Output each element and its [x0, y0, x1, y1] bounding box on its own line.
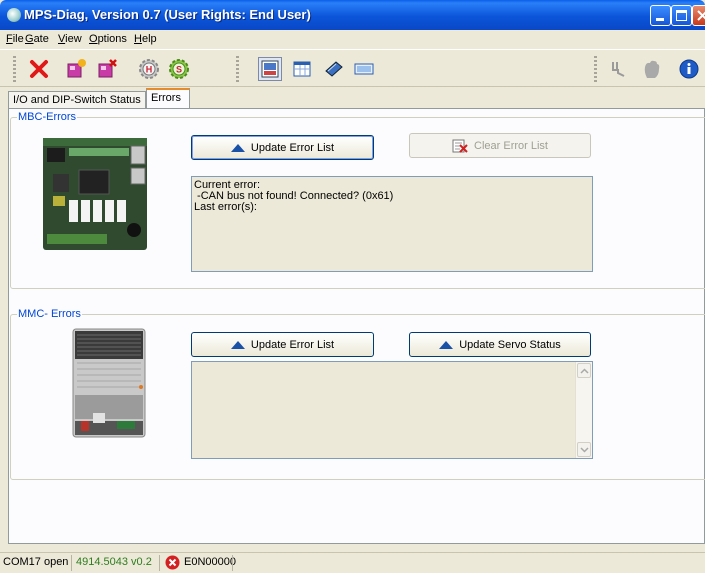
- remove-gate-icon: [98, 59, 117, 78]
- add-gate-icon: [67, 59, 86, 78]
- status-separator: [159, 555, 160, 571]
- h-gear-button[interactable]: H: [137, 57, 161, 81]
- tab-errors[interactable]: Errors: [146, 88, 190, 110]
- mbc-group-label: MBC-Errors: [17, 111, 78, 123]
- mmc-group-label: MMC- Errors: [17, 308, 82, 320]
- app-icon: [7, 8, 21, 22]
- mbc-board-image: [43, 138, 147, 250]
- mmc-update-error-list-button[interactable]: Update Error List: [191, 332, 374, 357]
- toolbar-grip-2[interactable]: [236, 56, 239, 82]
- s-gear-button[interactable]: S: [167, 57, 191, 81]
- device-button[interactable]: [322, 57, 346, 81]
- diagram-view-icon: [261, 60, 279, 78]
- display-icon: [354, 63, 374, 75]
- mmc-servo-label: Update Servo Status: [459, 338, 561, 351]
- up-arrow-icon: [230, 340, 245, 349]
- mbc-errors-group: MBC-Errors Update Error List Clear Error…: [10, 111, 705, 289]
- mmc-error-textbox[interactable]: [191, 361, 593, 459]
- status-version: 4914.5043 v0.2: [76, 556, 152, 568]
- mmc-scrollbar[interactable]: [575, 362, 592, 458]
- scroll-up-button[interactable]: [577, 363, 591, 378]
- minimize-button[interactable]: [650, 5, 671, 26]
- table-view-button[interactable]: [290, 57, 314, 81]
- mmc-update-servo-status-button[interactable]: Update Servo Status: [409, 332, 591, 357]
- errors-panel: MBC-Errors Update Error List Clear Error…: [8, 108, 705, 544]
- mbc-clear-label: Clear Error List: [474, 139, 548, 152]
- display-button[interactable]: [352, 57, 376, 81]
- close-button[interactable]: [692, 5, 705, 26]
- status-error-code: E0N00000: [184, 556, 236, 568]
- menu-options[interactable]: Options: [89, 33, 127, 45]
- status-port: COM17 open: [3, 556, 69, 568]
- mmc-update-label: Update Error List: [250, 338, 335, 351]
- mbc-update-error-list-button[interactable]: Update Error List: [191, 135, 374, 160]
- mmc-servo-image: [72, 328, 146, 438]
- window-title: MPS-Diag, Version 0.7 (User Rights: End …: [24, 7, 311, 22]
- delete-icon: [30, 60, 48, 78]
- chevron-down-icon: [579, 446, 589, 453]
- scroll-down-button[interactable]: [577, 442, 591, 457]
- up-arrow-icon: [230, 143, 245, 152]
- device-icon: [325, 61, 343, 77]
- clear-list-icon: [452, 139, 468, 153]
- chevron-up-icon: [579, 367, 589, 374]
- title-bar[interactable]: MPS-Diag, Version 0.7 (User Rights: End …: [0, 0, 705, 30]
- mbc-error-textbox[interactable]: Current error: -CAN bus not found! Conne…: [191, 176, 593, 272]
- cable-button[interactable]: [607, 57, 631, 81]
- hand-button[interactable]: [640, 57, 664, 81]
- info-icon: [679, 59, 699, 79]
- mbc-error-line: Last error(s):: [194, 201, 257, 213]
- minimize-icon: [656, 18, 664, 21]
- h-gear-icon: H: [139, 59, 159, 79]
- toolbar-grip-3[interactable]: [594, 56, 597, 82]
- mmc-errors-group: MMC- Errors Update Error List Update Ser…: [10, 308, 705, 480]
- status-bar: COM17 open 4914.5043 v0.2 E0N00000: [0, 552, 705, 573]
- s-gear-icon: S: [169, 59, 189, 79]
- menu-bar: File Gate View Options Help: [0, 30, 705, 49]
- remove-gate-button[interactable]: [95, 57, 119, 81]
- table-view-icon: [293, 61, 311, 77]
- menu-gate[interactable]: Gate: [25, 33, 49, 45]
- menu-file[interactable]: File: [6, 33, 24, 45]
- info-button[interactable]: [677, 57, 701, 81]
- svg-text:H: H: [146, 65, 153, 75]
- diagram-view-button[interactable]: [258, 57, 282, 81]
- menu-help[interactable]: Help: [134, 33, 157, 45]
- menu-view[interactable]: View: [58, 33, 82, 45]
- status-separator: [71, 555, 72, 571]
- cable-icon: [612, 62, 625, 77]
- app-window: MPS-Diag, Version 0.7 (User Rights: End …: [0, 0, 705, 573]
- add-gate-button[interactable]: [64, 57, 88, 81]
- delete-button[interactable]: [27, 57, 51, 81]
- mbc-clear-error-list-button[interactable]: Clear Error List: [409, 133, 591, 158]
- up-arrow-icon: [439, 340, 454, 349]
- toolbar: H S: [0, 49, 705, 87]
- hand-icon: [644, 60, 660, 78]
- close-icon: [697, 10, 705, 21]
- mbc-update-label: Update Error List: [250, 141, 335, 154]
- maximize-button[interactable]: [671, 5, 692, 26]
- svg-text:S: S: [176, 65, 182, 75]
- maximize-icon: [676, 10, 687, 21]
- status-separator: [232, 555, 233, 571]
- tab-io-dip-status[interactable]: I/O and DIP-Switch Status: [8, 91, 146, 109]
- toolbar-grip[interactable]: [13, 56, 16, 82]
- error-icon: [165, 555, 180, 570]
